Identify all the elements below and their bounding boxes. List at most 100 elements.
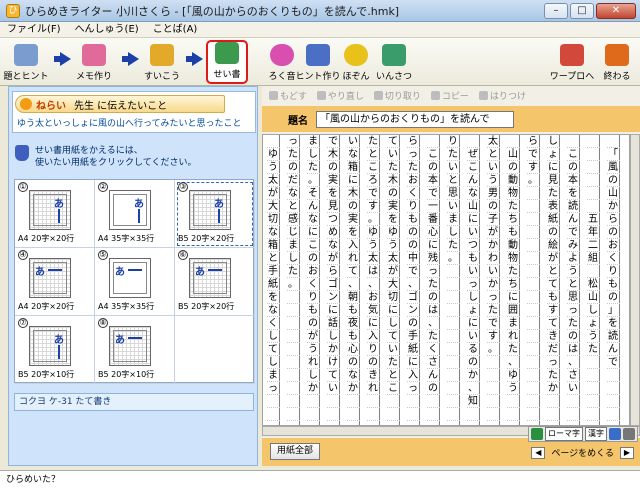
exit-icon xyxy=(605,44,629,66)
editor-footer: ローマ字 漢字 用紙全部 ◀ ページをめくる ▶ xyxy=(262,426,640,466)
step-clean-copy-button[interactable]: せい書 xyxy=(206,40,248,84)
hand-icon xyxy=(15,145,29,161)
step-memo-button[interactable]: メモ作り xyxy=(72,40,116,84)
hint-make-icon xyxy=(306,44,330,66)
paper-number: ③ xyxy=(178,182,188,192)
left-panel: ねらい 先生 に伝えたいこと ゆう太といっしょに風の山へ行ってみたいと思ったこと… xyxy=(8,86,258,466)
word-processor-icon xyxy=(560,44,584,66)
ime-kanji-button[interactable]: 漢字 xyxy=(585,427,607,441)
ime-logo-icon[interactable] xyxy=(531,428,543,440)
step-revise-button[interactable]: すいこう xyxy=(140,40,184,84)
goal-box: ねらい 先生 に伝えたいこと ゆう太といっしょに風の山へ行ってみたいと思ったこと xyxy=(12,91,256,133)
paper-instructions: せい書用紙をかえるには、 使いたい用紙をクリックしてください。 xyxy=(15,145,196,169)
memo-icon xyxy=(82,44,106,66)
paper-option[interactable]: ④ あ A4 20字×20行 xyxy=(15,248,95,316)
instruction-line: 使いたい用紙をクリックしてください。 xyxy=(35,158,197,168)
manuscript-column: 太という男の子がかわいかったです。 xyxy=(486,135,500,425)
ime-mode-button[interactable]: ローマ字 xyxy=(545,427,583,441)
ime-dict-icon[interactable] xyxy=(609,428,621,440)
hint-make-button[interactable]: ヒント作り xyxy=(296,40,341,84)
manuscript-column: 五年二組 松山しょうた xyxy=(586,135,600,425)
paper-number: ⑥ xyxy=(178,250,188,260)
paper-label: A4 20字×20行 xyxy=(18,234,75,243)
step-title-hint-button[interactable]: 題とヒント xyxy=(4,40,49,84)
page-next-button[interactable]: ▶ xyxy=(620,446,634,459)
goal-chip: ねらい 先生 に伝えたいこと xyxy=(15,95,225,113)
manuscript-column: ていた木の実をゆう太が大切にしていたとこ xyxy=(386,135,400,425)
manuscript-column: 「風の山からのおくりもの」を読んで xyxy=(606,135,620,425)
paste-icon xyxy=(478,90,488,100)
step-arrow-icon xyxy=(122,52,139,66)
paper-label: B5 20字×20行 xyxy=(178,302,235,311)
paper-option[interactable]: ⑤ あ A4 35字×35行 xyxy=(95,248,175,316)
paper-preview-icon: あ xyxy=(109,190,151,230)
maximize-button[interactable]: □ xyxy=(570,2,594,19)
menu-words[interactable]: ことば(A) xyxy=(146,22,205,38)
paper-number: ⑧ xyxy=(98,318,108,328)
paper-option[interactable]: ③ あ B5 20字×20行 xyxy=(175,180,255,248)
menu-bar: ファイル(F) へんしゅう(E) ことば(A) xyxy=(0,22,640,38)
paper-option[interactable]: ① あ A4 20字×20行 xyxy=(15,180,95,248)
ime-toolbar: ローマ字 漢字 xyxy=(528,426,638,442)
paper-preview-icon: あ xyxy=(29,258,71,298)
manuscript-column: ったのだなと感じました。 xyxy=(286,135,300,425)
paper-label: B5 20字×20行 xyxy=(178,234,235,243)
minimize-button[interactable]: – xyxy=(544,2,568,19)
paper-number: ⑤ xyxy=(98,250,108,260)
redo-button[interactable]: やり直し xyxy=(314,89,367,102)
manuscript-sheet[interactable]: 「風の山からのおくりもの」を読んで 五年二組 松山しょうた この本を読んでみよう… xyxy=(262,134,630,426)
paste-button[interactable]: はりつけ xyxy=(476,89,529,102)
goal-text: ゆう太といっしょに風の山へ行ってみたいと思ったこと xyxy=(17,119,242,129)
title-row: 題名 「風の山からのおくりもの」を読んで xyxy=(262,106,640,132)
window-title: ひらめきライター 小川さくら - [「風の山からのおくりもの」を読んで.hmk] xyxy=(25,4,400,18)
word-processor-button[interactable]: ワープロへ xyxy=(550,40,594,84)
manuscript-column: らったおくりものの中で、ゴンの手紙に入っ xyxy=(406,135,420,425)
menu-edit[interactable]: へんしゅう(E) xyxy=(68,22,146,38)
manuscript-column: ぜこんな山にいつもいっしょにいるのか、知 xyxy=(466,135,480,425)
copy-icon xyxy=(430,90,440,100)
page-turn: ◀ ページをめくる ▶ xyxy=(531,446,634,459)
paper-preview-icon: あ xyxy=(109,326,151,366)
close-button[interactable]: ✕ xyxy=(596,2,636,19)
page-turn-label: ページをめくる xyxy=(551,449,614,459)
redo-icon xyxy=(316,90,326,100)
edit-bar: もどす やり直し 切り取り コピー はりつけ xyxy=(262,86,640,104)
paper-number: ④ xyxy=(18,250,28,260)
page-prev-button[interactable]: ◀ xyxy=(531,446,546,459)
title-bar: ひ ひらめきライター 小川さくら - [「風の山からのおくりもの」を読んで.hm… xyxy=(0,0,640,22)
paper-preview-icon: あ xyxy=(189,258,231,298)
revise-icon xyxy=(150,44,174,66)
save-button[interactable]: ほぞん xyxy=(338,40,374,84)
paper-empty-cell xyxy=(175,316,255,384)
paper-option[interactable]: ⑦ あ B5 20字×10行 xyxy=(15,316,95,384)
ime-settings-icon[interactable] xyxy=(623,428,635,440)
paper-preview-icon: あ xyxy=(189,190,231,230)
copy-button[interactable]: コピー xyxy=(428,89,472,102)
paper-number: ⑦ xyxy=(18,318,28,328)
paper-all-button[interactable]: 用紙全部 xyxy=(270,443,321,460)
scissors-icon xyxy=(373,90,383,100)
manuscript-column: いな箱に木の実を入れて、朝も夜も心のなか xyxy=(346,135,360,425)
step-arrow-icon xyxy=(186,52,203,66)
clean-copy-icon xyxy=(215,42,239,64)
step-arrow-icon xyxy=(54,52,71,66)
paper-number: ① xyxy=(18,182,28,192)
manuscript-column: らです。 xyxy=(526,135,540,425)
undo-button[interactable]: もどす xyxy=(266,89,310,102)
manuscript-column: この本で一番心に残ったのは、たくさんの xyxy=(426,135,440,425)
app-logo-icon: ひ xyxy=(6,3,20,18)
vertical-scrollbar[interactable] xyxy=(630,134,640,426)
title-field[interactable]: 「風の山からのおくりもの」を読んで xyxy=(316,110,514,128)
paper-option[interactable]: ⑥ あ B5 20字×20行 xyxy=(175,248,255,316)
goal-title: 先生 に伝えたいこと xyxy=(74,100,168,112)
paper-preview-icon: あ xyxy=(29,326,71,366)
menu-file[interactable]: ファイル(F) xyxy=(0,22,68,38)
print-button[interactable]: いんさつ xyxy=(374,40,414,84)
exit-button[interactable]: 終わる xyxy=(598,40,636,84)
paper-grid: ① あ A4 20字×20行 ② あ A4 35字×35行 ③ あ B5 20字×20行 ④ あ A4… xyxy=(14,179,255,384)
paper-option[interactable]: ② あ A4 35字×35行 xyxy=(95,180,175,248)
paper-option[interactable]: ⑧ あ B5 20字×10行 xyxy=(95,316,175,384)
manuscript-column: ゆう太が大切な箱と手紙をなくしてしまっ xyxy=(266,135,280,425)
paper-status: コクヨ ケ-31 たて書き xyxy=(14,393,254,411)
cut-button[interactable]: 切り取り xyxy=(371,89,424,102)
